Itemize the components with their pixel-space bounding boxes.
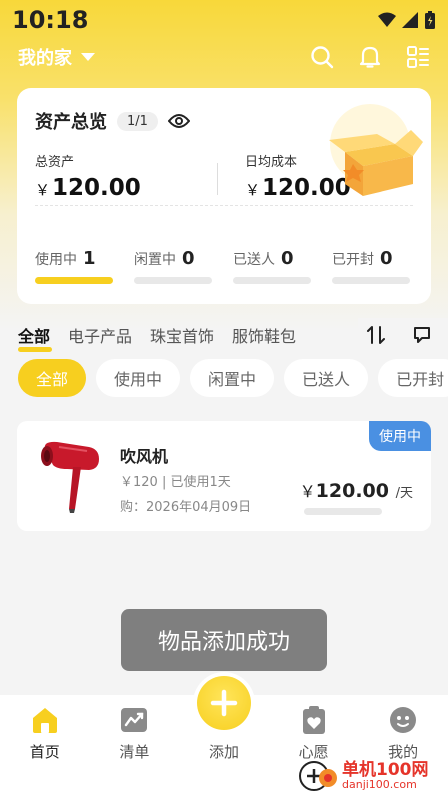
- hair-dryer-image: [41, 441, 99, 513]
- category-tab-apparel[interactable]: 服饰鞋包: [232, 323, 296, 347]
- item-purchase-date: 购：2026年04月09日: [120, 500, 252, 515]
- wish-icon: [302, 706, 325, 734]
- item-progress-bar: [304, 508, 382, 515]
- wifi-icon: [378, 12, 396, 27]
- sort-icon[interactable]: [366, 325, 386, 345]
- status-tab-in-use[interactable]: 使用中 1: [35, 248, 134, 284]
- watermark-text: 单机100网 danji100.com: [342, 759, 429, 791]
- header-actions: [310, 45, 430, 69]
- add-icon: [210, 689, 238, 717]
- menu-grid-icon[interactable]: [406, 45, 430, 69]
- home-title: 我的家: [18, 48, 72, 69]
- toast-message: 物品添加成功: [121, 609, 327, 671]
- status-tab-bar: [332, 277, 410, 284]
- home-selector[interactable]: 我的家: [18, 44, 96, 70]
- asset-title-row: 资产总览 1/1: [35, 108, 190, 134]
- item-cost-usage: ￥120 | 已使用1天: [120, 475, 231, 490]
- item-daily-price: ￥120.00 /天: [299, 480, 413, 502]
- clock: 10:18: [12, 6, 89, 34]
- status-tab-bar: [233, 277, 311, 284]
- signal-icon: [402, 12, 418, 28]
- filter-chip-idle[interactable]: 闲置中: [190, 359, 275, 397]
- status-tab-opened[interactable]: 已开封 0: [332, 248, 431, 284]
- filter-chips: 全部 使用中 闲置中 已送人 已开封: [18, 359, 448, 397]
- asset-title: 资产总览: [35, 112, 107, 133]
- status-tab-bar: [134, 277, 212, 284]
- total-assets: 总资产 ￥120.00: [35, 151, 141, 201]
- asset-overview-card: 资产总览 1/1 总资产 ￥120.00 日均成本 ￥120.00 使用中 1 闲…: [17, 88, 431, 304]
- card-divider: [35, 205, 413, 206]
- chart-icon: [121, 708, 148, 732]
- comment-icon[interactable]: [412, 325, 432, 345]
- status-icons: [378, 10, 436, 30]
- category-tab-electronics[interactable]: 电子产品: [68, 323, 132, 347]
- total-assets-label: 总资产: [35, 155, 75, 170]
- filter-chip-all[interactable]: 全部: [18, 359, 87, 397]
- metric-divider: [217, 163, 218, 195]
- filter-chip-opened[interactable]: 已开封: [378, 359, 448, 397]
- add-button-inner: [197, 676, 251, 730]
- caret-down-icon: [81, 53, 95, 61]
- item-name: 吹风机: [120, 447, 169, 466]
- category-tab-jewelry[interactable]: 珠宝首饰: [150, 323, 214, 347]
- battery-icon: [425, 11, 435, 29]
- status-bar: 10:18: [0, 0, 448, 40]
- bell-icon[interactable]: [359, 45, 381, 69]
- app-header: 我的家: [0, 40, 448, 74]
- status-tab-idle[interactable]: 闲置中 0: [134, 248, 233, 284]
- page-indicator: 1/1: [117, 111, 158, 131]
- nav-home[interactable]: 首页: [0, 695, 90, 796]
- filter-chip-in-use[interactable]: 使用中: [96, 359, 181, 397]
- watermark: 单机100网 danji100.com: [298, 755, 448, 796]
- status-tab-gifted[interactable]: 已送人 0: [233, 248, 332, 284]
- box-illustration-icon: [329, 104, 423, 196]
- filter-chip-gifted[interactable]: 已送人: [284, 359, 369, 397]
- status-tabs: 使用中 1 闲置中 0 已送人 0 已开封 0: [35, 248, 431, 284]
- category-tabs: 全部 电子产品 珠宝首饰 服饰鞋包: [18, 318, 448, 352]
- category-tab-all[interactable]: 全部: [18, 323, 53, 352]
- item-status-badge: 使用中: [369, 421, 431, 451]
- home-icon: [32, 708, 57, 733]
- add-button[interactable]: [193, 672, 255, 734]
- nav-list[interactable]: 清单: [90, 695, 180, 796]
- search-icon[interactable]: [310, 45, 334, 69]
- total-assets-value: ￥120.00: [35, 175, 141, 201]
- watermark-logo-icon: [299, 760, 337, 791]
- eye-icon[interactable]: [167, 113, 190, 129]
- status-tab-bar: [35, 277, 113, 284]
- item-card[interactable]: 使用中 吹风机 ￥120 | 已使用1天 购：2026年04月09日 ￥120.…: [17, 421, 431, 531]
- profile-icon: [390, 707, 417, 733]
- category-tools: [358, 318, 448, 352]
